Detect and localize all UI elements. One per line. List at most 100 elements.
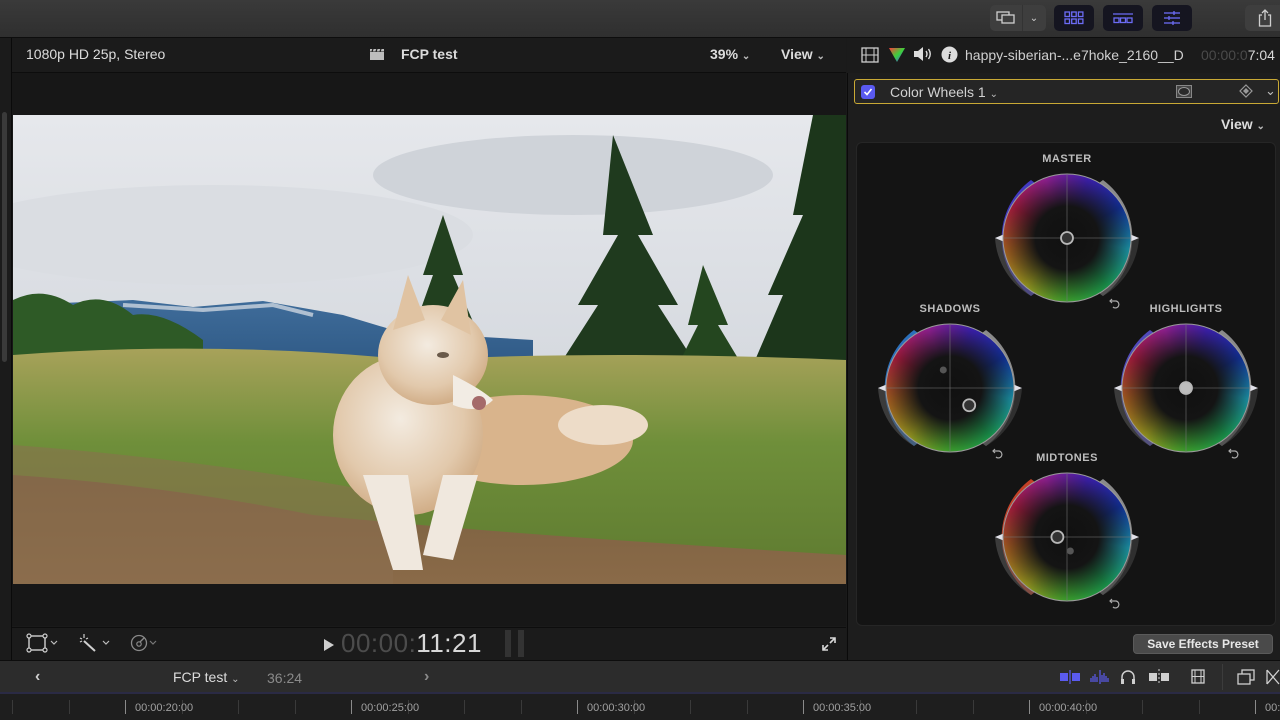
- chevron-down-icon: ⌄: [741, 51, 751, 62]
- retime-tool-button[interactable]: [129, 633, 165, 658]
- timecode-dim: 00:00:: [341, 628, 417, 658]
- ruler-minor-tick: [690, 700, 691, 714]
- clip-appearance-button[interactable]: [1190, 669, 1206, 690]
- color-puck[interactable]: [1179, 381, 1193, 395]
- timecode-bright: 7:04: [1247, 47, 1275, 63]
- ruler-minor-tick: [521, 700, 522, 714]
- chevron-down-icon[interactable]: ⌄: [1023, 13, 1045, 24]
- color-wheel-graphic: [1114, 323, 1258, 453]
- timeline-icon: [1113, 13, 1133, 24]
- ruler-label: 00:00:25:00: [361, 702, 420, 714]
- enhance-tool-button[interactable]: [78, 633, 114, 658]
- chevron-left-icon: ‹: [35, 668, 41, 685]
- effect-mask-button[interactable]: [1176, 85, 1192, 103]
- shadows-reset-icon[interactable]: [992, 446, 1004, 464]
- timeline-project-menu[interactable]: FCP test ⌄: [173, 669, 239, 685]
- sliders-icon: [1164, 11, 1180, 25]
- highlights-reset-icon[interactable]: [1228, 446, 1240, 464]
- midtones-color-wheel[interactable]: [987, 471, 1147, 611]
- grid-icon: [1064, 11, 1084, 25]
- ruler-label: 00:00:35:00: [813, 702, 872, 714]
- master-reset-icon[interactable]: [1109, 296, 1121, 314]
- headphones-icon: [1121, 670, 1135, 684]
- ruler-minor-tick: [1199, 700, 1200, 714]
- color-triangle-icon: [889, 48, 905, 62]
- ruler-minor-tick: [238, 700, 239, 714]
- skimming-button[interactable]: [1059, 670, 1081, 689]
- viewer-view-menu[interactable]: View ⌄: [781, 46, 825, 62]
- view-label: View: [1221, 116, 1253, 132]
- save-effects-preset-button[interactable]: Save Effects Preset: [1133, 634, 1273, 654]
- highlights-color-wheel[interactable]: [1106, 322, 1266, 462]
- effect-expand-chevron-icon[interactable]: ⌄: [1265, 83, 1276, 99]
- ruler-major-tick: [1029, 700, 1030, 714]
- top-toolbar: ⌄: [0, 0, 1280, 38]
- speaker-icon: [914, 47, 931, 61]
- skimming-icon: [1060, 670, 1080, 684]
- color-puck[interactable]: [962, 398, 977, 413]
- color-wheel-graphic: [995, 173, 1139, 303]
- effect-name-menu[interactable]: Color Wheels 1 ⌄: [890, 84, 998, 100]
- audio-meter-right: [518, 630, 524, 657]
- share-icon: [1258, 9, 1272, 27]
- chevron-down-icon: ⌄: [1256, 121, 1265, 132]
- browser-scrollbar[interactable]: [2, 112, 7, 362]
- video-inspector-tab[interactable]: [861, 47, 879, 68]
- color-inspector-tab[interactable]: [888, 47, 906, 68]
- master-color-wheel[interactable]: [987, 172, 1147, 312]
- clapper-icon: [369, 47, 385, 66]
- zoom-level-menu[interactable]: 39% ⌄: [710, 46, 750, 62]
- fullscreen-button[interactable]: [821, 636, 837, 657]
- display-icon[interactable]: [990, 11, 1022, 25]
- keyframe-button[interactable]: [1239, 84, 1253, 103]
- wheels-view-menu[interactable]: View ⌄: [1221, 116, 1265, 132]
- display-button-group: ⌄: [990, 5, 1046, 31]
- keyframe-icon: [1239, 84, 1253, 98]
- play-button[interactable]: [323, 638, 335, 657]
- ruler-major-tick: [351, 700, 352, 714]
- zoom-level-value: 39%: [710, 46, 739, 62]
- audio-meter-left: [505, 630, 511, 657]
- transitions-browser-button[interactable]: [1266, 669, 1280, 690]
- transform-tool-button[interactable]: [26, 633, 62, 658]
- snapping-button[interactable]: [1148, 669, 1170, 690]
- timeline-ruler[interactable]: 00:00:20:00 00:00:25:00 00:00:30:00 00:00:3…: [0, 694, 1280, 720]
- viewer-timecode: 00:00:11:21: [341, 628, 482, 659]
- effects-browser-button[interactable]: [1237, 669, 1255, 690]
- chevron-down-icon: ⌄: [816, 51, 825, 62]
- fullscreen-icon: [822, 637, 836, 651]
- audio-skimming-button[interactable]: [1089, 670, 1111, 689]
- video-frame[interactable]: [13, 115, 846, 584]
- ruler-minor-tick: [464, 700, 465, 714]
- solo-button[interactable]: [1120, 669, 1136, 690]
- color-puck[interactable]: [1060, 231, 1074, 245]
- ruler-major-tick: [803, 700, 804, 714]
- windows-icon: [1237, 669, 1255, 685]
- color-puck[interactable]: [1050, 530, 1065, 544]
- timeline-toggle-button[interactable]: [1103, 5, 1143, 31]
- speedometer-icon: [130, 634, 157, 652]
- reference-dot: [1066, 547, 1074, 555]
- ruler-minor-tick: [295, 700, 296, 714]
- timeline-duration: 36:24: [267, 670, 303, 686]
- inspector-timecode: 00:00:07:04: [1201, 47, 1275, 63]
- audio-inspector-tab[interactable]: [913, 46, 933, 67]
- wheel-label-master: MASTER: [1042, 153, 1092, 165]
- timeline-forward-button[interactable]: ›: [424, 668, 429, 686]
- effect-name: Color Wheels 1: [890, 84, 986, 100]
- browser-toggle-button[interactable]: [1054, 5, 1094, 31]
- ruler-minor-tick: [973, 700, 974, 714]
- chevron-down-icon: ⌄: [231, 674, 240, 685]
- shadows-color-wheel[interactable]: [870, 322, 1030, 462]
- share-button[interactable]: [1245, 5, 1280, 31]
- effect-enable-checkbox[interactable]: [861, 85, 875, 99]
- midtones-reset-icon[interactable]: [1109, 596, 1121, 614]
- magic-wand-icon: [79, 634, 110, 652]
- inspector-toggle-button[interactable]: [1152, 5, 1192, 31]
- view-label: View: [781, 46, 813, 62]
- ruler-label: 00:00:30:00: [587, 702, 646, 714]
- ruler-minor-tick: [69, 700, 70, 714]
- info-inspector-tab[interactable]: i: [941, 46, 958, 68]
- timeline-back-button[interactable]: ‹: [35, 668, 40, 686]
- project-name: FCP test: [401, 46, 458, 62]
